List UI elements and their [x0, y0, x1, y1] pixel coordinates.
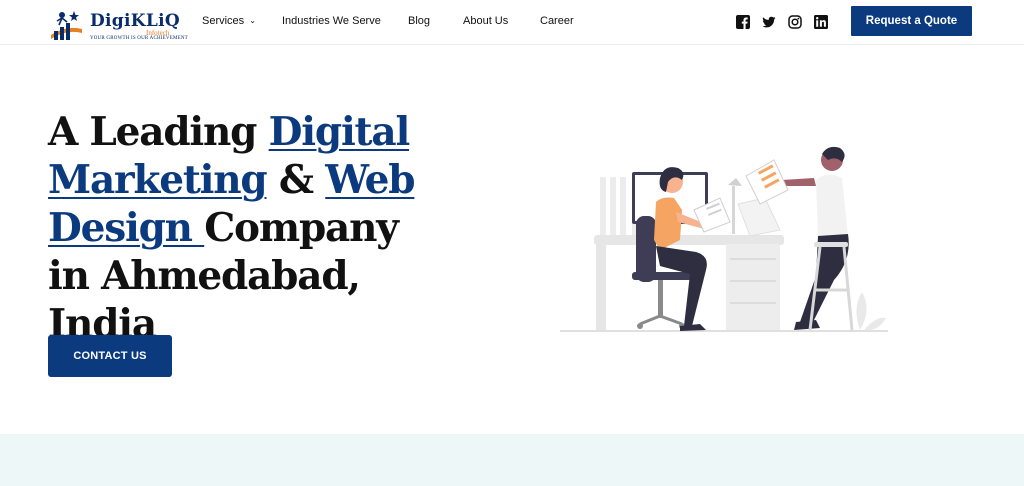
nav-item-label: About Us — [463, 15, 509, 27]
nav-item-career[interactable]: Career — [540, 15, 574, 27]
nav-item-label: Services — [202, 15, 245, 27]
nav-item-label: Blog — [408, 15, 431, 27]
nav-item-label: Career — [540, 15, 574, 27]
nav-item-services[interactable]: Services ⌄ — [202, 15, 256, 27]
brand-tagline: YOUR GROWTH IS OUR ACHIEVEMENT — [90, 36, 188, 41]
nav-item-industries[interactable]: Industries We Serve — [282, 15, 381, 27]
next-section-band — [0, 434, 1024, 486]
brand-name: DigiKLiQ — [90, 11, 180, 31]
nav-item-about[interactable]: About Us — [463, 15, 508, 27]
hero-title-text: A Leading — [48, 109, 269, 155]
hero-title: A Leading Digital Marketing & Web Design… — [48, 108, 428, 348]
nav-item-label: Industries We Serve — [282, 15, 381, 27]
request-quote-button[interactable]: Request a Quote — [851, 6, 972, 36]
chevron-down-icon: ⌄ — [249, 16, 256, 25]
contact-us-button[interactable]: CONTACT US — [48, 335, 172, 377]
facebook-icon[interactable] — [736, 15, 750, 29]
linkedin-icon[interactable] — [814, 15, 828, 29]
nav-item-blog[interactable]: Blog — [408, 15, 430, 27]
brand-logo[interactable]: DigiKLiQ Infotech YOUR GROWTH IS OUR ACH… — [48, 9, 188, 43]
instagram-icon[interactable] — [788, 15, 802, 29]
logo-mark-icon — [51, 11, 82, 40]
twitter-icon[interactable] — [762, 15, 776, 29]
hero-title-text: & — [266, 157, 326, 203]
office-workers-illustration — [560, 146, 888, 332]
site-header: DigiKLiQ Infotech YOUR GROWTH IS OUR ACH… — [0, 0, 1024, 45]
